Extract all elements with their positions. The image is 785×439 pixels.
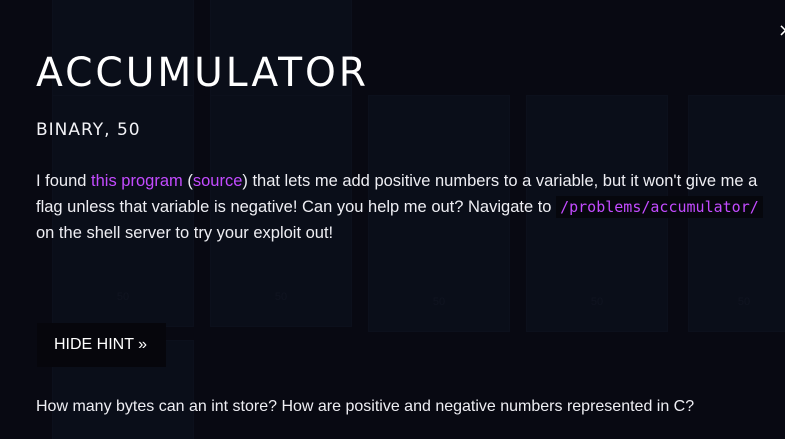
description-text: on the shell server to try your exploit … [36, 224, 334, 242]
challenge-title: ACCUMULATOR [36, 50, 369, 96]
description-text: ) that lets me add positive numbers to a… [242, 172, 758, 190]
hint-text: How many bytes can an int store? How are… [36, 398, 695, 415]
problem-path: /problems/accumulator/ [556, 196, 763, 218]
program-link[interactable]: this program [91, 172, 183, 190]
close-icon[interactable]: × [778, 20, 785, 41]
challenge-description: I found this program (source) that lets … [36, 168, 785, 246]
source-link[interactable]: source [193, 172, 243, 190]
description-text: flag unless that variable is negative! C… [36, 198, 557, 216]
description-text: I found [36, 172, 92, 190]
description-text: ( [182, 172, 193, 190]
hide-hint-button[interactable]: HIDE HINT » [37, 323, 166, 367]
challenge-category-points: BINARY, 50 [36, 120, 141, 140]
